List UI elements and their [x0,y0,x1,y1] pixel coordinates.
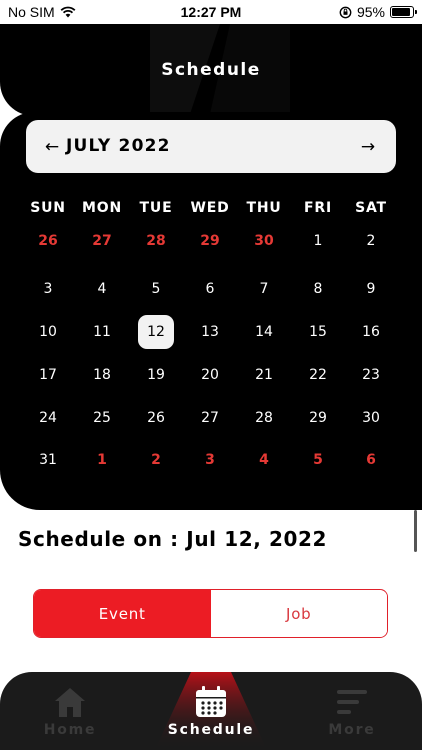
calendar-day[interactable]: 10 [30,315,66,349]
calendar-day[interactable]: 25 [84,401,120,435]
status-right: 95% [339,4,417,20]
calendar-day[interactable]: 3 [30,272,66,306]
calendar-day[interactable]: 31 [30,443,66,477]
calendar-day[interactable]: 19 [138,358,174,392]
menu-icon [332,684,372,720]
calendar-panel: ← JULY 2022 → SUN MON TUE WED THU FRI SAT 26 27… [0,112,422,510]
job-tab[interactable]: Job [210,590,387,637]
page-title: Schedule [161,60,261,80]
calendar-day[interactable]: 23 [353,358,389,392]
weekday-label: SAT [355,200,387,216]
calendar-day-other-month[interactable]: 1 [84,443,120,477]
calendar-day[interactable]: 7 [246,272,282,306]
calendar-day[interactable]: 21 [246,358,282,392]
calendar-day-other-month[interactable]: 27 [84,224,120,258]
calendar-day-other-month[interactable]: 28 [138,224,174,258]
calendar-day[interactable]: 4 [84,272,120,306]
calendar-day[interactable]: 18 [84,358,120,392]
arrow-left-icon: ← [44,136,60,157]
calendar-day[interactable]: 26 [138,401,174,435]
arrow-right-icon: → [360,136,376,157]
calendar-day[interactable]: 11 [84,315,120,349]
next-month-button[interactable]: → [348,120,388,173]
calendar-day[interactable]: 29 [300,401,336,435]
calendar-icon [191,684,231,720]
calendar-day[interactable]: 6 [192,272,228,306]
calendar-day[interactable]: 17 [30,358,66,392]
calendar-day-other-month[interactable]: 30 [246,224,282,258]
calendar-day-other-month[interactable]: 2 [138,443,174,477]
weekday-label: WED [190,200,230,216]
calendar-day[interactable]: 8 [300,272,336,306]
event-tab[interactable]: Event [34,590,211,637]
calendar-day-other-month[interactable]: 29 [192,224,228,258]
calendar-day-other-month[interactable]: 26 [30,224,66,258]
header: Schedule [0,24,422,116]
calendar-day[interactable]: 30 [353,401,389,435]
weekday-label: TUE [139,200,173,216]
calendar-day[interactable]: 24 [30,401,66,435]
month-navigator: ← JULY 2022 → [26,120,396,173]
calendar-day-selected[interactable]: 12 [138,315,174,349]
calendar-day-other-month[interactable]: 3 [192,443,228,477]
calendar-day[interactable]: 22 [300,358,336,392]
weekday-label: THU [246,200,282,216]
calendar-day[interactable]: 15 [300,315,336,349]
calendar-day[interactable]: 1 [300,224,336,258]
calendar-day[interactable]: 5 [138,272,174,306]
status-bar: No SIM 12:27 PM 95% [0,0,422,24]
calendar-day[interactable]: 20 [192,358,228,392]
battery-icon [390,6,417,18]
calendar-day-other-month[interactable]: 5 [300,443,336,477]
weekday-label: SUN [30,200,66,216]
calendar-day[interactable]: 16 [353,315,389,349]
calendar-day-other-month[interactable]: 4 [246,443,282,477]
month-label: JULY 2022 [66,136,171,156]
calendar-day[interactable]: 27 [192,401,228,435]
tab-more[interactable]: More [282,672,422,750]
scroll-indicator[interactable] [414,510,417,552]
bottom-tab-bar: Home Schedule More [0,672,422,750]
battery-percent: 95% [356,4,385,20]
calendar-day[interactable]: 13 [192,315,228,349]
schedule-heading: Schedule on : Jul 12, 2022 [18,527,328,551]
tab-more-label: More [328,722,376,738]
tab-home-label: Home [43,722,97,738]
tab-home[interactable]: Home [0,672,140,750]
weekday-label: MON [82,200,122,216]
calendar-day[interactable]: 9 [353,272,389,306]
calendar-day-other-month[interactable]: 6 [353,443,389,477]
weekday-label: FRI [304,200,332,216]
calendar-day[interactable]: 2 [353,224,389,258]
calendar-day[interactable]: 28 [246,401,282,435]
battery-fill [392,8,411,16]
schedule-type-toggle: Event Job [33,589,388,638]
calendar-day[interactable]: 14 [246,315,282,349]
home-icon [50,684,90,720]
tab-schedule-label: Schedule [167,722,255,738]
tab-schedule[interactable]: Schedule [141,672,281,750]
orientation-lock-icon [339,6,352,18]
